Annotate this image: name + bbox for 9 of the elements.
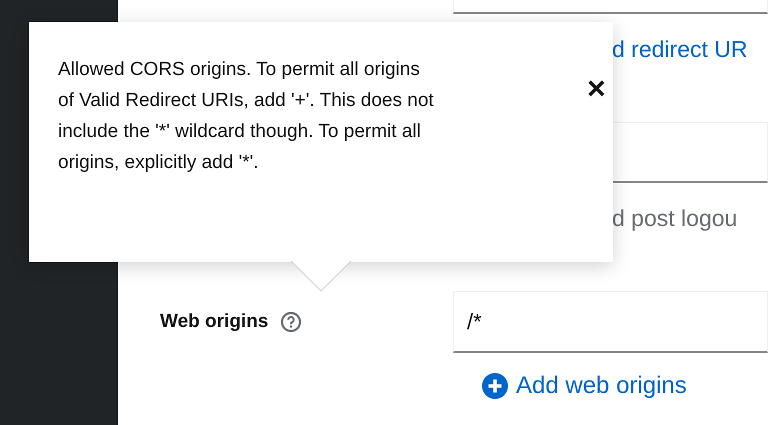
input-field[interactable]: /* — [453, 291, 768, 353]
add-link[interactable]: Add web origins — [482, 371, 687, 401]
placeholder-text: d post logou — [612, 204, 738, 233]
close-button[interactable]: × — [587, 72, 606, 104]
add-link[interactable]: d redirect UR — [612, 34, 748, 64]
field-label: Web origins — [160, 310, 268, 334]
help-icon[interactable] — [280, 311, 302, 333]
popover-text: Allowed CORS origins. To permit all origins of Valid Redirect URIs, add '+'. This does not include the '*' wildcard though. To permit all origins, explicitly add '*'. — [58, 58, 435, 175]
plus-circle-icon — [482, 373, 508, 399]
